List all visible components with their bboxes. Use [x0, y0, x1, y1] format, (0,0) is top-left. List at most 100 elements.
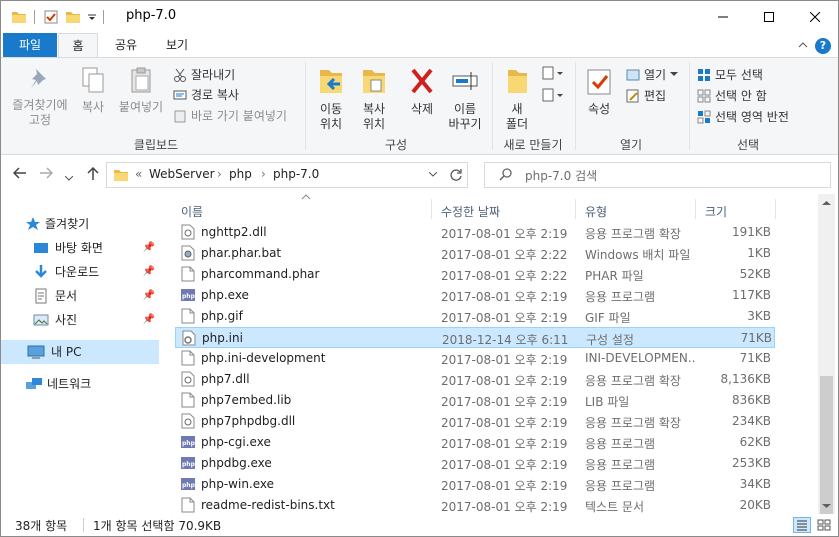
file-date: 2017-08-01 오후 2:19 — [441, 500, 568, 514]
nav-item-downloads[interactable]: 다운로드 📌 — [33, 260, 159, 284]
select-none-button[interactable]: 선택 안 함 — [697, 87, 767, 104]
minimize-button[interactable] — [700, 1, 746, 32]
copy-button[interactable]: 복사 — [73, 66, 113, 115]
file-size: 253KB — [731, 456, 771, 470]
large-icons-view-button[interactable] — [815, 517, 833, 533]
properties-quick-icon[interactable] — [43, 9, 59, 25]
select-all-button[interactable]: 모두 선택 — [697, 66, 763, 83]
tab-share[interactable]: 공유 — [103, 33, 149, 57]
file-name: readme-redist-bins.txt — [201, 498, 335, 512]
file-row[interactable]: php7phpdbg.dll 2017-08-01 오후 2:19 응용 프로그램 … — [175, 411, 775, 432]
file-size: 3KB — [747, 309, 771, 323]
open-dropdown-icon — [670, 71, 679, 76]
nav-item-pictures[interactable]: 사진 📌 — [33, 308, 159, 332]
address-overflow[interactable]: « — [135, 167, 142, 181]
column-header-date[interactable]: 수정한 날짜 — [441, 203, 500, 220]
file-row[interactable]: php php-win.exe 2017-08-01 오후 2:19 응용 프로그램 3… — [175, 474, 775, 495]
file-row[interactable]: phar.phar.bat 2017-08-01 오후 2:22 Windows 배… — [175, 243, 775, 264]
nav-this-pc[interactable]: 내 PC — [1, 340, 159, 364]
file-row[interactable]: php.ini-development 2017-08-01 오후 2:19 INI… — [175, 348, 775, 369]
new-item-icon[interactable] — [541, 66, 565, 82]
column-header-type[interactable]: 유형 — [585, 203, 607, 220]
open-icon — [626, 69, 640, 80]
file-size: 1KB — [747, 246, 771, 260]
move-to-icon — [320, 70, 342, 93]
refresh-icon[interactable] — [449, 168, 463, 182]
edit-button[interactable]: 편집 — [626, 87, 666, 104]
file-row[interactable]: php php.exe 2017-08-01 오후 2:19 응용 프로그램 117KB — [175, 285, 775, 306]
collapse-ribbon-icon[interactable] — [798, 41, 808, 49]
search-box[interactable]: php-7.0 검색 — [484, 162, 831, 188]
rename-button[interactable]: 이름 바꾸기 — [442, 66, 488, 132]
copy-to-button[interactable]: 복사 위치 — [353, 66, 395, 132]
details-view-icon — [797, 520, 807, 531]
file-size: 191KB — [731, 225, 771, 239]
nav-quick-access[interactable]: 즐겨찾기 — [25, 212, 159, 236]
cut-button[interactable]: 잘라내기 — [173, 66, 235, 83]
properties-button[interactable]: 속성 — [579, 66, 619, 117]
scroll-down-icon[interactable] — [822, 504, 831, 510]
address-bar[interactable]: « WebServer › php › php-7.0 — [106, 162, 468, 188]
new-folder-quick-icon[interactable] — [65, 9, 81, 25]
open-button[interactable]: 열기 — [626, 66, 679, 83]
column-header-name[interactable]: 이름 — [181, 203, 203, 220]
breadcrumb-webserver[interactable]: WebServer — [149, 167, 215, 181]
paste-button[interactable]: 붙여넣기 — [115, 66, 167, 115]
file-row[interactable]: php7embed.lib 2017-08-01 오후 2:19 LIB 파일 836… — [175, 390, 775, 411]
copy-path-button[interactable]: 경로 복사 — [173, 86, 239, 103]
new-folder-button[interactable]: 새 폴더 — [498, 66, 536, 132]
download-icon — [35, 265, 47, 278]
nav-item-desktop[interactable]: 바탕 화면 📌 — [33, 236, 159, 260]
large-icons-view-icon — [817, 519, 831, 531]
title-bar: php-7.0 — [1, 1, 838, 33]
paste-shortcut-button[interactable]: 바로 가기 붙여넣기 — [173, 107, 287, 124]
file-row[interactable]: pharcommand.phar 2017-08-01 오후 2:22 PHAR 파… — [175, 264, 775, 285]
vertical-scrollbar[interactable] — [818, 194, 835, 514]
nav-network[interactable]: 네트워크 — [25, 372, 159, 396]
pin-icon: 📌 — [142, 242, 155, 253]
move-to-button[interactable]: 이동 위치 — [309, 66, 353, 132]
easy-access-icon[interactable] — [541, 88, 565, 104]
scroll-up-icon[interactable] — [822, 200, 831, 206]
file-row[interactable]: php phpdbg.exe 2017-08-01 오후 2:19 응용 프로그램 25… — [175, 453, 775, 474]
file-row[interactable]: readme-redist-bins.txt 2017-08-01 오후 2:19… — [175, 495, 775, 516]
file-row[interactable]: php.gif 2017-08-01 오후 2:19 GIF 파일 3KB — [175, 306, 775, 327]
recent-locations-button[interactable] — [64, 170, 74, 186]
forward-button[interactable] — [39, 167, 54, 183]
navigation-bar: « WebServer › php › php-7.0 php-7.0 검색 — [1, 156, 838, 194]
file-row[interactable]: nghttp2.dll 2017-08-01 오후 2:19 응용 프로그램 확장 1… — [175, 222, 775, 243]
address-dropdown-icon[interactable] — [429, 172, 437, 178]
up-button[interactable] — [87, 166, 99, 185]
file-date: 2017-08-01 오후 2:19 — [441, 374, 568, 388]
breadcrumb-php-7-0[interactable]: php-7.0 — [273, 167, 319, 181]
pin-to-quick-access-button[interactable]: 즐겨찾기에 고정 — [7, 66, 73, 128]
nav-item-documents[interactable]: 문서 📌 — [33, 284, 159, 308]
file-size: 234KB — [731, 414, 771, 428]
file-name: phar.phar.bat — [201, 246, 282, 260]
tab-home[interactable]: 홈 — [58, 33, 98, 57]
file-row[interactable]: php7.dll 2017-08-01 오후 2:19 응용 프로그램 확장 8,13… — [175, 369, 775, 390]
file-date: 2018-12-14 오후 6:11 — [442, 333, 569, 347]
tab-file[interactable]: 파일 — [3, 33, 57, 57]
search-input[interactable]: php-7.0 검색 — [525, 167, 597, 184]
quick-access-dropdown-icon[interactable] — [87, 13, 97, 23]
help-icon[interactable]: ? — [815, 38, 831, 54]
breadcrumb-php[interactable]: php — [229, 167, 252, 181]
delete-button[interactable]: 삭제 — [402, 66, 442, 117]
close-button[interactable] — [792, 1, 838, 32]
scrollbar-thumb[interactable] — [820, 376, 833, 514]
column-header-size[interactable]: 크기 — [705, 203, 727, 220]
back-button[interactable] — [12, 167, 27, 183]
file-row[interactable]: php.ini 2018-12-14 오후 6:11 구성 설정 71KB — [175, 327, 775, 348]
forward-arrow-icon — [40, 167, 54, 179]
maximize-button[interactable] — [746, 1, 792, 32]
invert-selection-button[interactable]: 선택 영역 반전 — [697, 108, 789, 125]
file-row[interactable]: php php-cgi.exe 2017-08-01 오후 2:19 응용 프로그램 6… — [175, 432, 775, 453]
details-view-button[interactable] — [793, 517, 811, 533]
rename-label: 이름 바꾸기 — [448, 102, 482, 131]
open-label: 열기 — [644, 68, 667, 82]
sort-indicator-icon — [301, 194, 311, 200]
paste-icon — [131, 67, 151, 93]
tab-view[interactable]: 보기 — [154, 33, 200, 57]
paste-shortcut-icon — [174, 110, 186, 122]
